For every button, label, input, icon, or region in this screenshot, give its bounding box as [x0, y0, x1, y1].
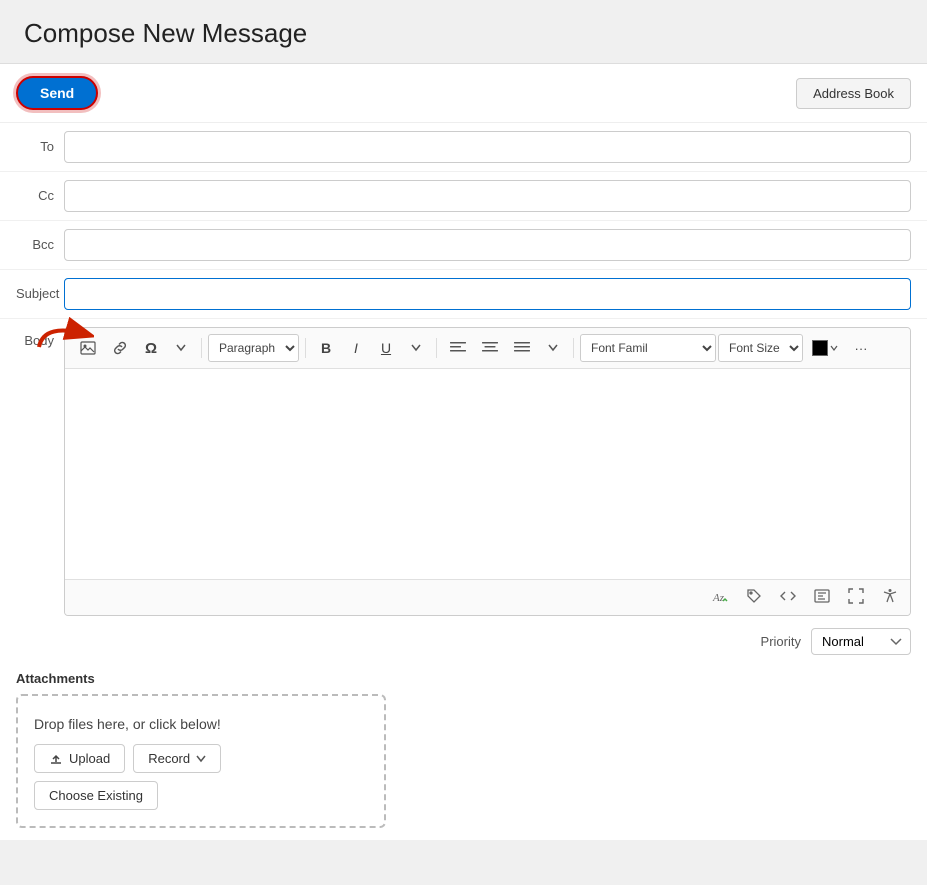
- code-button[interactable]: [776, 586, 800, 609]
- bold-button[interactable]: B: [312, 334, 340, 362]
- separator-1: [201, 338, 202, 358]
- align-justify-button[interactable]: [507, 334, 537, 362]
- font-size-dropdown[interactable]: Font Size 8 10 12 14 16 18 24: [718, 334, 803, 362]
- to-input[interactable]: [64, 131, 911, 163]
- toolbar-row: Send Address Book: [0, 64, 927, 123]
- record-label: Record: [148, 751, 190, 766]
- text-color-button[interactable]: [805, 334, 845, 362]
- source-icon: [814, 588, 830, 604]
- color-swatch: [812, 340, 828, 356]
- editor-wrapper: Ω Paragraph Heading 1 Heading 2 B I: [64, 327, 911, 616]
- code-icon: [780, 588, 796, 604]
- align-left-button[interactable]: [443, 334, 473, 362]
- fullscreen-button[interactable]: [844, 586, 868, 609]
- subject-input[interactable]: [64, 278, 911, 310]
- record-button[interactable]: Record: [133, 744, 221, 773]
- drop-zone-text: Drop files here, or click below!: [34, 716, 368, 732]
- address-book-button[interactable]: Address Book: [796, 78, 911, 109]
- more-format-button[interactable]: [402, 334, 430, 362]
- more-insert-button[interactable]: [167, 334, 195, 362]
- priority-select[interactable]: Normal High Low: [811, 628, 911, 655]
- underline-button[interactable]: U: [372, 334, 400, 362]
- upload-button[interactable]: Upload: [34, 744, 125, 773]
- tag-button[interactable]: [742, 586, 766, 609]
- subject-label: Subject: [16, 278, 64, 301]
- editor-footer: Az: [65, 579, 910, 615]
- compose-container: Send Address Book To Cc Bcc Subject Body: [0, 64, 927, 840]
- chevron-down-icon-2: [411, 344, 421, 352]
- align-justify-icon: [514, 341, 530, 355]
- subject-field-row: Subject: [0, 270, 927, 319]
- chevron-down-icon-3: [548, 344, 558, 352]
- drop-zone[interactable]: Drop files here, or click below! Upload …: [16, 694, 386, 828]
- upload-label: Upload: [69, 751, 110, 766]
- bcc-field-row: Bcc: [0, 221, 927, 270]
- body-row: Body: [0, 319, 927, 616]
- send-button[interactable]: Send: [16, 76, 98, 110]
- italic-button[interactable]: I: [342, 334, 370, 362]
- link-icon: [112, 340, 128, 356]
- bcc-label: Bcc: [16, 229, 64, 252]
- cc-field-row: Cc: [0, 172, 927, 221]
- ellipsis-icon: ···: [855, 341, 868, 356]
- chevron-down-icon-5: [196, 755, 206, 763]
- separator-2: [305, 338, 306, 358]
- chevron-down-icon: [176, 344, 186, 352]
- choose-existing-button[interactable]: Choose Existing: [34, 781, 158, 810]
- body-label-container: Body: [16, 327, 64, 348]
- to-label: To: [16, 131, 64, 154]
- page-title: Compose New Message: [24, 18, 903, 49]
- more-align-button[interactable]: [539, 334, 567, 362]
- omega-icon: Ω: [145, 340, 157, 357]
- align-left-icon: [450, 341, 466, 355]
- insert-link-button[interactable]: [105, 334, 135, 362]
- accessibility-icon: [882, 588, 898, 604]
- arrow-indicator: [34, 317, 94, 353]
- more-options-button[interactable]: ···: [847, 334, 875, 362]
- spell-check-button[interactable]: Az: [708, 586, 732, 609]
- italic-icon: I: [354, 340, 358, 356]
- cc-label: Cc: [16, 180, 64, 203]
- align-center-icon: [482, 341, 498, 355]
- accessibility-button[interactable]: [878, 586, 902, 609]
- bold-icon: B: [321, 340, 331, 356]
- svg-text:Az: Az: [712, 592, 725, 604]
- attachment-buttons: Upload Record: [34, 744, 368, 773]
- paragraph-dropdown[interactable]: Paragraph Heading 1 Heading 2: [208, 334, 299, 362]
- insert-special-char-button[interactable]: Ω: [137, 334, 165, 362]
- bcc-input[interactable]: [64, 229, 911, 261]
- priority-label: Priority: [761, 634, 801, 649]
- upload-icon: [49, 752, 63, 766]
- font-family-dropdown[interactable]: Font Famil Arial Times New Roman Courier…: [580, 334, 716, 362]
- separator-3: [436, 338, 437, 358]
- body-editor[interactable]: [65, 369, 910, 579]
- editor-toolbar: Ω Paragraph Heading 1 Heading 2 B I: [65, 328, 910, 369]
- cc-input[interactable]: [64, 180, 911, 212]
- separator-4: [573, 338, 574, 358]
- to-field-row: To: [0, 123, 927, 172]
- attachments-label: Attachments: [16, 671, 911, 686]
- chevron-down-icon-4: [830, 345, 838, 351]
- page-header: Compose New Message: [0, 0, 927, 64]
- attachments-section: Attachments Drop files here, or click be…: [0, 659, 927, 840]
- priority-row: Priority Normal High Low: [0, 616, 927, 659]
- source-button[interactable]: [810, 586, 834, 609]
- fullscreen-icon: [848, 588, 864, 604]
- tag-icon: [746, 588, 762, 604]
- align-center-button[interactable]: [475, 334, 505, 362]
- underline-icon: U: [381, 340, 391, 356]
- spell-check-icon: Az: [712, 588, 728, 604]
